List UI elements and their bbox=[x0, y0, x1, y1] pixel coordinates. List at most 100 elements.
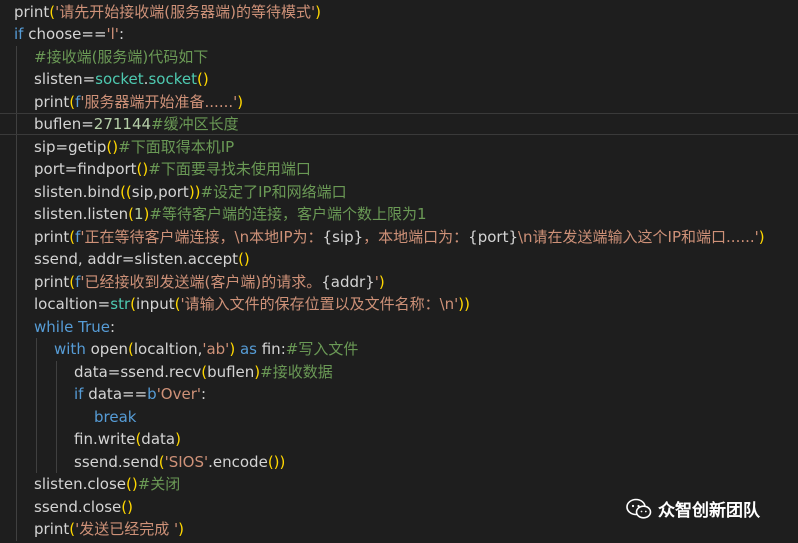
code-token: socket bbox=[95, 70, 144, 88]
code-token: () bbox=[106, 137, 119, 156]
code-token: True bbox=[78, 317, 110, 336]
code-token: 'SIOS' bbox=[164, 452, 209, 471]
code-token: : bbox=[201, 385, 207, 403]
code-token: #设定了IP和网络端口 bbox=[200, 182, 347, 201]
code-token: localtion= bbox=[34, 295, 111, 313]
code-token: () bbox=[136, 160, 149, 178]
code-token: print bbox=[14, 2, 50, 21]
code-token: socket bbox=[148, 70, 197, 88]
code-line[interactable]: sip=getip()#下面取得本机IP bbox=[0, 136, 798, 158]
code-line[interactable]: print(f'已经接收到发送端(客户端)的请求。{addr}') bbox=[0, 271, 798, 293]
code-token: slisten.listen bbox=[34, 205, 129, 223]
code-token: () bbox=[126, 475, 138, 493]
code-token: : bbox=[118, 25, 124, 43]
code-line[interactable]: if data==b'Over': bbox=[0, 383, 798, 405]
code-token: : bbox=[110, 317, 116, 336]
code-token: buflen= bbox=[34, 115, 94, 133]
code-token: #等待客户端的连接，客户端个数上限为1 bbox=[149, 205, 427, 223]
code-token: ) bbox=[178, 520, 184, 538]
code-token: print bbox=[34, 92, 70, 111]
code-token: #下面要寻找未使用端口 bbox=[148, 160, 311, 178]
code-line[interactable]: print(f'服务器端开始准备......') bbox=[0, 91, 798, 113]
code-token: '正在等待客户端连接，\n本地IP为： bbox=[80, 227, 323, 246]
code-token: data=ssend.recv bbox=[74, 362, 202, 381]
code-token: while bbox=[34, 317, 74, 336]
code-line[interactable]: localtion=str(input('请输入文件的保存位置以及文件名称：\n… bbox=[0, 293, 798, 315]
code-token: data== bbox=[83, 385, 148, 403]
code-token: #下面取得本机IP bbox=[118, 137, 235, 156]
code-token: with bbox=[54, 340, 86, 358]
code-token: '请输入文件的保存位置以及文件名称：\n' bbox=[180, 295, 459, 313]
code-token: {sip} bbox=[322, 227, 364, 246]
code-line[interactable]: slisten.close()#关闭 bbox=[0, 473, 798, 495]
code-token: '请先开始接收端(服务器端)的等待模式' bbox=[55, 2, 316, 21]
code-token: print bbox=[34, 520, 70, 538]
code-token: )) bbox=[188, 182, 201, 201]
code-line[interactable]: ssend.send('SIOS'.encode()) bbox=[0, 451, 798, 473]
code-token: slisten= bbox=[34, 70, 96, 88]
code-token: sip=getip bbox=[34, 137, 107, 156]
code-token: )) bbox=[458, 295, 470, 313]
code-token: 'Over' bbox=[156, 385, 202, 403]
code-token: slisten.bind bbox=[34, 182, 121, 201]
code-token: ) bbox=[758, 227, 765, 246]
code-line[interactable]: fin.write(data) bbox=[0, 428, 798, 450]
code-token: '发送已经完成 ' bbox=[75, 520, 179, 538]
code-token: ) bbox=[237, 92, 244, 111]
code-line[interactable]: print(f'正在等待客户端连接，\n本地IP为：{sip}，本地端口为：{p… bbox=[0, 226, 798, 248]
code-token: 271144 bbox=[93, 115, 152, 133]
code-token: (( bbox=[120, 182, 132, 201]
code-token: choose== bbox=[23, 25, 107, 43]
code-token: break bbox=[94, 407, 137, 426]
code-token: ssend.close bbox=[34, 497, 122, 516]
code-token: {addr} bbox=[321, 272, 375, 291]
wechat-icon bbox=[626, 498, 652, 519]
code-line[interactable]: while True: bbox=[0, 316, 798, 338]
code-token: () bbox=[238, 250, 250, 268]
code-token: fin: bbox=[256, 340, 286, 358]
code-token: slisten.close bbox=[34, 475, 126, 493]
code-line[interactable]: slisten.listen(1)#等待客户端的连接，客户端个数上限为1 bbox=[0, 203, 798, 225]
code-token: open bbox=[85, 340, 129, 358]
code-token: .encode bbox=[208, 452, 268, 471]
code-line[interactable]: slisten.bind((sip,port))#设定了IP和网络端口 bbox=[0, 181, 798, 203]
code-token: buflen bbox=[207, 362, 255, 381]
code-token: ) bbox=[315, 2, 321, 21]
code-line[interactable]: ssend, addr=slisten.accept() bbox=[0, 248, 798, 270]
code-token: ssend, addr=slisten.accept bbox=[34, 250, 239, 268]
code-token: port=findport bbox=[34, 160, 137, 178]
code-token: fin.write bbox=[74, 430, 136, 448]
code-line[interactable]: break bbox=[0, 406, 798, 428]
code-line[interactable]: print('发送已经完成 ') bbox=[0, 518, 798, 540]
code-token: #写入文件 bbox=[285, 340, 359, 358]
code-token: print bbox=[34, 227, 70, 246]
code-line[interactable]: port=findport()#下面要寻找未使用端口 bbox=[0, 158, 798, 180]
code-token: () bbox=[196, 70, 209, 88]
code-line[interactable]: with open(localtion,'ab') as fin:#写入文件 bbox=[0, 338, 798, 360]
code-line[interactable]: if choose=='l': bbox=[0, 23, 798, 45]
code-token: ()) bbox=[267, 452, 286, 471]
code-editor[interactable]: print('请先开始接收端(服务器端)的等待模式') if choose=='l… bbox=[0, 0, 798, 543]
code-token: ) bbox=[175, 430, 181, 448]
code-token: b bbox=[147, 385, 157, 403]
code-line[interactable]: buflen=271144#缓冲区长度 bbox=[0, 113, 798, 135]
code-token: input bbox=[136, 295, 175, 313]
watermark: 众智创新团队 bbox=[626, 496, 760, 521]
code-token: #缓冲区长度 bbox=[151, 115, 239, 133]
code-token: 'l' bbox=[106, 25, 119, 43]
code-token: sip,port bbox=[131, 182, 189, 201]
code-line[interactable]: slisten=socket.socket() bbox=[0, 68, 798, 90]
code-line[interactable]: print('请先开始接收端(服务器端)的等待模式') bbox=[0, 1, 798, 23]
code-line[interactable]: data=ssend.recv(buflen)#接收数据 bbox=[0, 361, 798, 383]
code-token: ，本地端口为： bbox=[363, 227, 469, 246]
code-line[interactable]: #接收端(服务端)代码如下 bbox=[0, 46, 798, 68]
code-token: ssend.send bbox=[74, 452, 159, 471]
code-token: {port} bbox=[468, 227, 518, 246]
code-token: #关闭 bbox=[137, 475, 181, 493]
code-token: as bbox=[239, 340, 257, 358]
code-token: #接收数据 bbox=[260, 362, 333, 381]
code-token: print bbox=[34, 272, 70, 291]
code-token: '已经接收到发送端(客户端)的请求。 bbox=[80, 272, 322, 291]
code-token: '服务器端开始准备......' bbox=[80, 92, 238, 111]
watermark-text: 众智创新团队 bbox=[658, 501, 760, 521]
